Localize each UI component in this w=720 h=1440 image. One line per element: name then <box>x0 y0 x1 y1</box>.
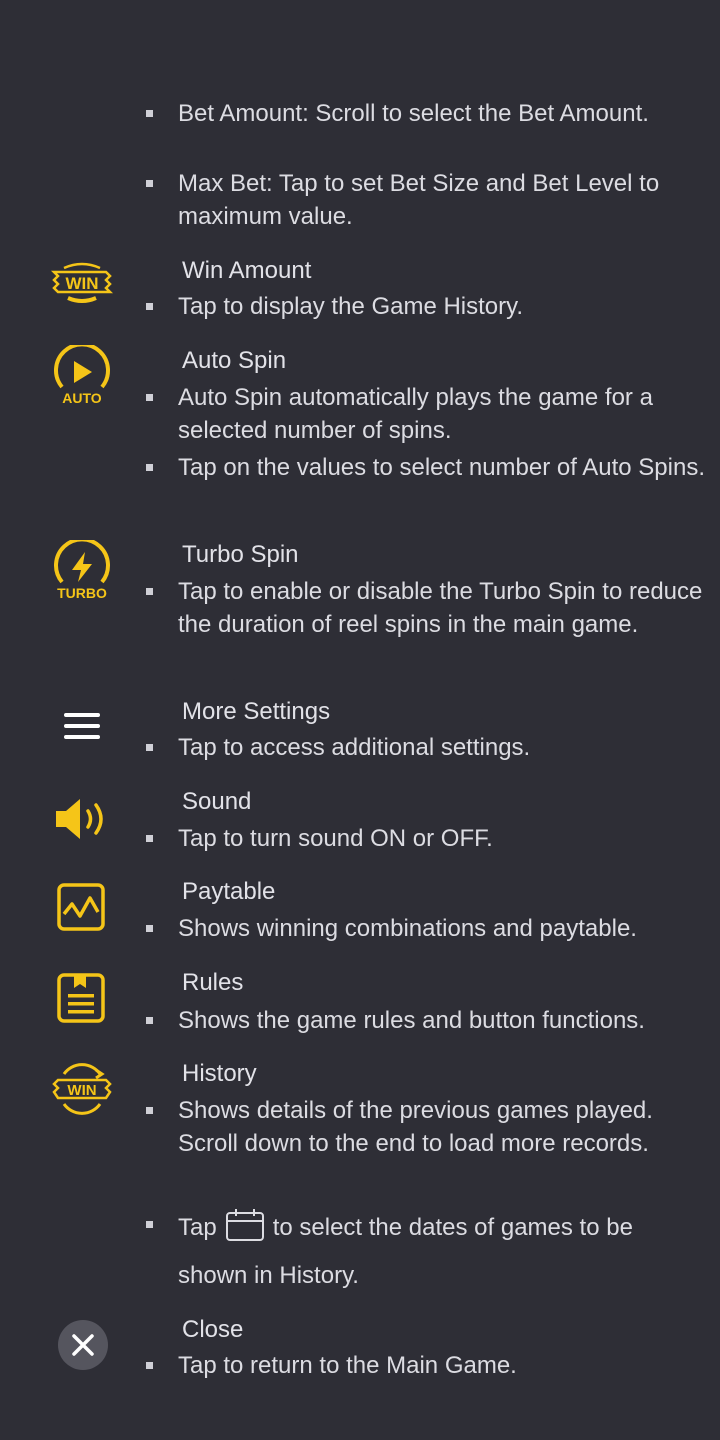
auto-spin-bullet-1: Auto Spin automatically plays the game f… <box>146 381 708 447</box>
sound-title: Sound <box>182 788 252 815</box>
close-icon[interactable] <box>57 1319 109 1376</box>
svg-text:TURBO: TURBO <box>57 585 107 601</box>
turbo-spin-bullet: Tap to enable or disable the Turbo Spin … <box>146 575 708 641</box>
win-badge-icon: WIN <box>50 258 114 315</box>
bet-amount-bullet: Bet Amount: Scroll to select the Bet Amo… <box>146 97 708 130</box>
history-bullet-2: Tap to select the dates of games to be <box>146 1208 708 1252</box>
close-title: Close <box>182 1316 244 1343</box>
auto-spin-title: Auto Spin <box>182 347 287 374</box>
sound-bullet: Tap to turn sound ON or OFF. <box>146 822 708 855</box>
win-amount-title: Win Amount <box>182 257 312 284</box>
win-amount-bullet: Tap to display the Game History. <box>146 290 708 323</box>
history-bullet-1: Shows details of the previous games play… <box>146 1094 708 1160</box>
history-tap-suffix: to select the dates of games to be <box>272 1214 633 1241</box>
rules-title: Rules <box>182 969 244 996</box>
rules-icon <box>56 972 108 1031</box>
calendar-icon <box>225 1208 265 1252</box>
history-title: History <box>182 1060 257 1087</box>
auto-spin-icon: AUTO <box>50 342 114 412</box>
history-tap-prefix: Tap <box>178 1214 217 1241</box>
menu-icon <box>64 710 102 747</box>
close-bullet: Tap to return to the Main Game. <box>146 1349 708 1382</box>
paytable-title: Paytable <box>182 878 276 905</box>
turbo-spin-title: Turbo Spin <box>182 541 299 568</box>
auto-spin-bullet-2: Tap on the values to select number of Au… <box>146 451 708 484</box>
svg-text:WIN: WIN <box>65 274 98 293</box>
paytable-icon <box>56 882 108 939</box>
more-settings-bullet: Tap to access additional settings. <box>146 731 708 764</box>
sound-icon <box>54 796 112 847</box>
svg-text:AUTO: AUTO <box>62 390 102 406</box>
history-icon: WIN <box>50 1060 114 1123</box>
paytable-bullet: Shows winning combinations and paytable. <box>146 912 708 945</box>
more-settings-title: More Settings <box>182 698 331 725</box>
max-bet-bullet: Max Bet: Tap to set Bet Size and Bet Lev… <box>146 167 708 233</box>
turbo-spin-icon: TURBO <box>50 537 114 607</box>
rules-bullet: Shows the game rules and button function… <box>146 1004 708 1037</box>
svg-text:WIN: WIN <box>67 1082 96 1099</box>
history-tap-line2: shown in History. <box>178 1262 359 1289</box>
